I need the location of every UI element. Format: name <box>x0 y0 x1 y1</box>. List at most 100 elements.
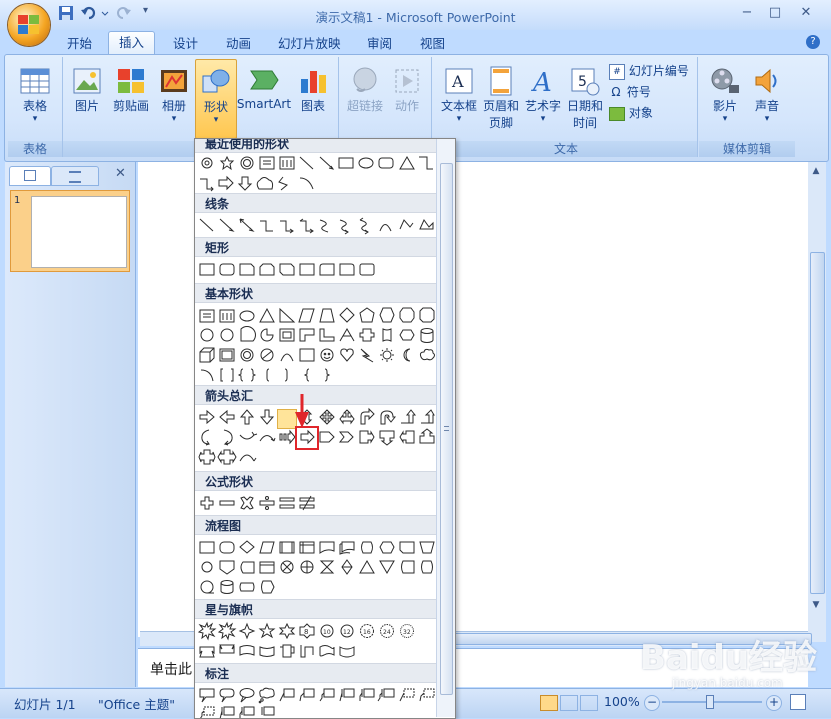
datetime-button[interactable]: 5 日期和 时间 <box>565 65 605 131</box>
help-icon[interactable]: ? <box>806 35 820 49</box>
zoom-in-icon[interactable]: + <box>766 695 782 711</box>
album-label: 相册 <box>161 99 186 113</box>
smartart-label: SmartArt <box>236 97 292 111</box>
svg-text:8: 8 <box>304 628 308 636</box>
slide-count-status: 幻灯片 1/1 <box>14 697 76 712</box>
symbol-button[interactable]: Ω 符号 <box>609 82 695 102</box>
smartart-button[interactable]: SmartArt <box>236 65 292 111</box>
wordart-button[interactable]: A 艺术字 ▾ <box>523 65 563 124</box>
zoom-slider-thumb[interactable] <box>706 695 714 709</box>
tab-design[interactable]: 设计 <box>163 33 208 54</box>
basic-shapes-grid[interactable] <box>197 305 437 385</box>
header-footer-button[interactable]: 页眉和 页脚 <box>481 65 521 131</box>
gallery-scrollbar[interactable] <box>436 139 455 717</box>
slide-number-icon: # <box>609 63 625 80</box>
callouts-grid[interactable] <box>197 685 437 718</box>
minimize-button[interactable]: − <box>736 5 758 21</box>
tab-home[interactable]: 开始 <box>57 33 102 54</box>
svg-text:5: 5 <box>578 74 587 90</box>
scroll-down-icon[interactable]: ▼ <box>810 600 822 610</box>
calendar-icon: 5 <box>569 65 601 97</box>
office-button[interactable] <box>8 4 50 46</box>
chart-button[interactable]: 图表 <box>295 65 331 114</box>
speaker-icon <box>751 65 783 97</box>
vertical-scrollbar[interactable]: ▲ ▼ <box>808 162 826 642</box>
table-group: 表格 ▾ 表格 <box>8 57 63 157</box>
action-button[interactable]: 动作 <box>389 65 425 114</box>
slide-number: 1 <box>14 195 21 206</box>
gallery-scroll-thumb[interactable] <box>440 163 453 695</box>
sound-label: 声音 <box>754 99 779 113</box>
wordart-icon: A <box>527 65 559 98</box>
clipart-button[interactable]: 剪贴画 <box>109 65 153 114</box>
slideshow-view-icon[interactable] <box>580 695 598 711</box>
tab-review[interactable]: 审阅 <box>357 33 402 54</box>
equation-shapes-header: 公式形状 <box>195 471 436 491</box>
sound-button[interactable]: 声音 ▾ <box>747 65 787 124</box>
slide-thumbnail-selected[interactable]: 1 <box>10 190 130 272</box>
slide-thumb-icon <box>24 170 36 181</box>
shapes-icon <box>200 66 232 98</box>
scroll-up-icon[interactable]: ▲ <box>810 166 822 178</box>
zoom-out-icon[interactable]: − <box>644 695 660 711</box>
tab-slideshow[interactable]: 幻灯片放映 <box>268 33 351 54</box>
slide-sorter-icon[interactable] <box>560 695 578 711</box>
block-arrows-header: 箭头总汇 <box>195 385 436 405</box>
lines-grid[interactable] <box>197 215 437 237</box>
slide-number-button[interactable]: # 幻灯片编号 <box>609 61 695 81</box>
pointer-annotation-arrow <box>295 394 309 428</box>
text-group: A 文本框 ▾ 页眉和 页脚 A 艺术字 ▾ 5 日期和 时间 # 幻灯片编号 … <box>435 57 698 157</box>
header-footer-icon <box>485 65 517 97</box>
equation-shapes-grid[interactable] <box>197 493 437 515</box>
table-group-label: 表格 <box>8 141 62 157</box>
stars-banners-grid[interactable]: 8 10 12 16 24 32 <box>197 621 437 663</box>
tab-view[interactable]: 视图 <box>410 33 455 54</box>
hyperlink-button[interactable]: 超链接 <box>343 65 387 114</box>
symbol-label: 符号 <box>626 85 651 99</box>
movie-label: 影片 <box>712 99 737 113</box>
fit-to-window-icon[interactable] <box>790 694 806 710</box>
action-icon <box>391 65 423 97</box>
slides-pane: ✕ 1 <box>5 162 136 687</box>
shapes-label: 形状 <box>203 100 228 114</box>
svg-text:24: 24 <box>383 629 391 636</box>
textbox-icon: A <box>443 65 475 97</box>
flowchart-grid[interactable] <box>197 537 437 599</box>
office-logo-icon <box>17 14 41 36</box>
rectangles-grid[interactable] <box>197 259 437 281</box>
notes-placeholder: 单击此 <box>150 662 192 678</box>
window-title: 演示文稿1 - Microsoft PowerPoint <box>315 10 516 25</box>
recent-shapes-grid[interactable] <box>197 153 437 193</box>
album-icon <box>158 65 190 97</box>
table-button[interactable]: 表格 ▾ <box>12 65 58 124</box>
picture-icon <box>71 65 103 97</box>
theme-status[interactable]: "Office 主题" <box>98 694 175 713</box>
album-button[interactable]: 相册 ▾ <box>156 65 192 124</box>
zoom-level[interactable]: 100% <box>604 694 640 709</box>
shapes-gallery: 最近使用的形状 线条 矩形 基本形状 箭头总汇 公式形状 流程图 星与旗帜 8 … <box>194 138 456 719</box>
tab-animation[interactable]: 动画 <box>216 33 261 54</box>
shapes-button[interactable]: 形状 ▾ <box>195 59 237 139</box>
object-button[interactable]: 对象 <box>609 103 695 123</box>
movie-button[interactable]: 影片 ▾ <box>703 65 747 124</box>
outline-tab[interactable] <box>51 166 99 186</box>
table-icon <box>19 65 51 97</box>
pane-close-button[interactable]: ✕ <box>115 166 126 181</box>
vertical-scroll-thumb[interactable] <box>810 252 825 594</box>
normal-view-icon[interactable] <box>540 695 558 711</box>
picture-button[interactable]: 图片 <box>69 65 105 114</box>
maximize-button[interactable]: □ <box>764 5 786 21</box>
svg-text:12: 12 <box>343 629 351 636</box>
rectangles-header: 矩形 <box>195 237 436 257</box>
textbox-button[interactable]: A 文本框 ▾ <box>439 65 479 124</box>
clipart-icon <box>115 65 147 97</box>
svg-text:32: 32 <box>403 629 411 636</box>
outline-icon <box>69 171 81 183</box>
object-label: 对象 <box>628 106 653 120</box>
slide-thumb-preview <box>31 196 127 268</box>
slides-tab[interactable] <box>9 166 51 186</box>
tab-insert[interactable]: 插入 <box>108 31 156 55</box>
smartart-icon <box>248 65 280 97</box>
close-button[interactable]: ✕ <box>795 5 817 21</box>
text-group-label: 文本 <box>435 141 697 157</box>
